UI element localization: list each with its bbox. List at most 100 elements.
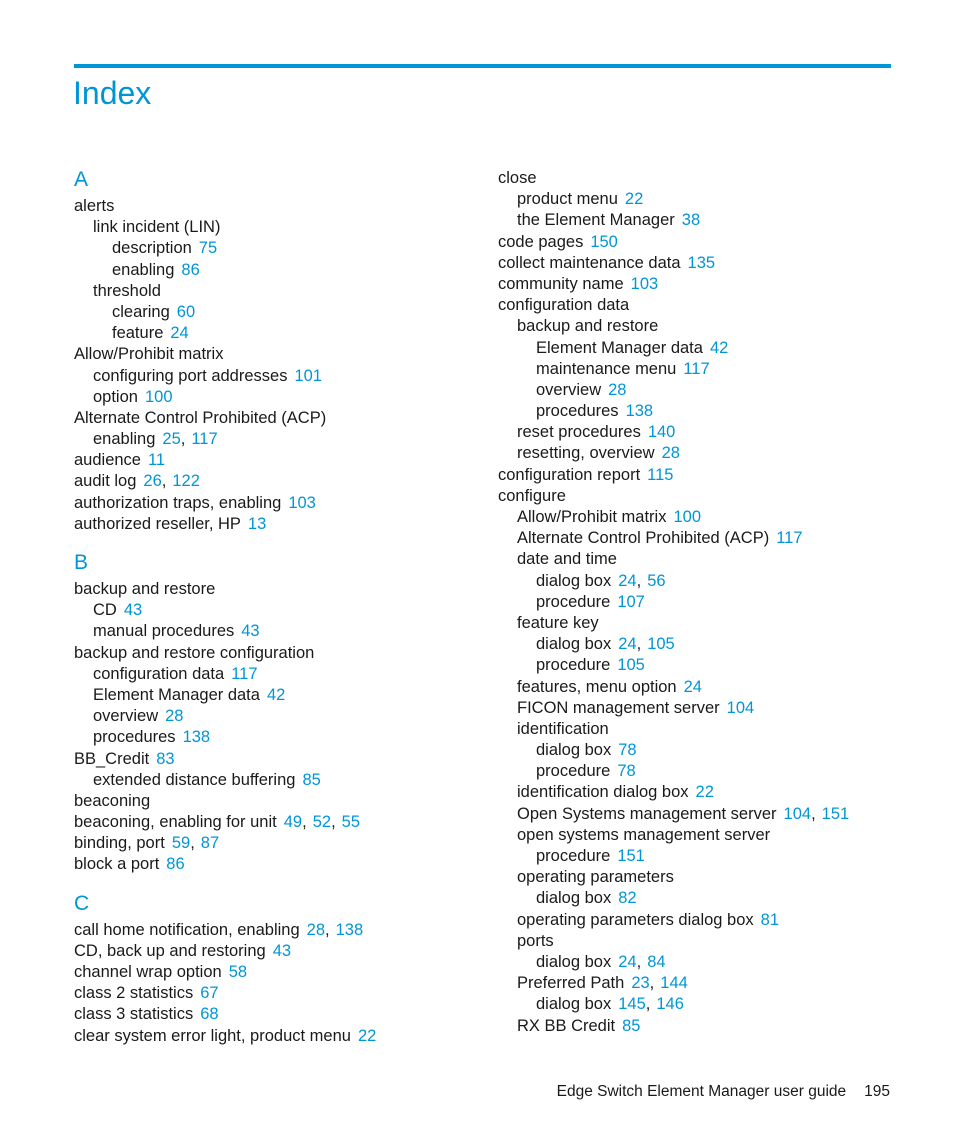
- index-term: beaconing: [74, 791, 151, 810]
- page-link[interactable]: 24: [170, 324, 188, 342]
- page-link[interactable]: 86: [166, 855, 184, 873]
- page-link[interactable]: 56: [647, 572, 665, 590]
- page-link[interactable]: 38: [682, 211, 700, 229]
- page-link[interactable]: 68: [200, 1005, 218, 1023]
- page-link[interactable]: 135: [688, 254, 716, 272]
- page-link[interactable]: 87: [201, 834, 219, 852]
- index-term: procedure: [536, 656, 611, 675]
- page-link[interactable]: 42: [267, 686, 285, 704]
- index-subentry: threshold: [74, 281, 484, 302]
- page-link[interactable]: 117: [231, 665, 257, 683]
- page-link[interactable]: 55: [342, 813, 360, 831]
- index-column-right: close product menu 22 the Element Manager 38…: [498, 168, 908, 1037]
- page-link[interactable]: 85: [302, 771, 320, 789]
- page-link[interactable]: 85: [622, 1017, 640, 1035]
- page-link[interactable]: 43: [273, 942, 291, 960]
- page-link[interactable]: 103: [631, 275, 659, 293]
- index-subentry: product menu 22: [498, 189, 908, 210]
- page-link[interactable]: 104: [784, 805, 812, 823]
- page-link[interactable]: 146: [656, 995, 684, 1013]
- index-term: RX BB Credit: [517, 1016, 616, 1035]
- page-link[interactable]: 151: [822, 805, 850, 823]
- index-term: Alternate Control Prohibited (ACP): [517, 529, 770, 548]
- page-references: 22: [625, 190, 643, 208]
- index-entry: class 2 statistics 67: [74, 983, 484, 1004]
- page-link[interactable]: 81: [761, 911, 779, 929]
- page-link[interactable]: 82: [618, 889, 636, 907]
- page-link[interactable]: 25: [162, 430, 180, 448]
- page-link[interactable]: 138: [183, 728, 211, 746]
- page-link[interactable]: 58: [229, 963, 247, 981]
- page-link[interactable]: 115: [647, 466, 673, 484]
- page-link[interactable]: 117: [776, 529, 802, 547]
- page-link[interactable]: 107: [617, 593, 645, 611]
- page-link[interactable]: 11: [148, 451, 165, 469]
- page-link[interactable]: 105: [647, 635, 675, 653]
- index-subentry: dialog box 24, 105: [498, 634, 908, 655]
- page-link[interactable]: 42: [710, 339, 728, 357]
- page-link[interactable]: 13: [248, 515, 266, 533]
- index-entry: beaconing, enabling for unit 49, 52, 55: [74, 812, 484, 833]
- index-term: the Element Manager: [517, 211, 675, 230]
- page-link[interactable]: 151: [617, 847, 645, 865]
- page-link[interactable]: 22: [696, 783, 714, 801]
- page-link[interactable]: 43: [124, 601, 142, 619]
- page-link[interactable]: 59: [172, 834, 190, 852]
- index-subentry: RX BB Credit 85: [498, 1016, 908, 1037]
- page-link[interactable]: 22: [625, 190, 643, 208]
- page-references: 117: [683, 360, 709, 378]
- index-term: close: [498, 169, 537, 187]
- page-link[interactable]: 24: [684, 678, 702, 696]
- page-link[interactable]: 105: [617, 656, 645, 674]
- page-references: 60: [177, 303, 195, 321]
- page-link[interactable]: 78: [617, 762, 635, 780]
- page-link[interactable]: 24: [618, 635, 636, 653]
- page-link[interactable]: 101: [294, 367, 322, 385]
- page-link[interactable]: 52: [313, 813, 331, 831]
- page-link[interactable]: 22: [358, 1027, 376, 1045]
- page-link[interactable]: 122: [172, 472, 200, 490]
- page-link[interactable]: 43: [241, 622, 259, 640]
- page-link[interactable]: 67: [200, 984, 218, 1002]
- page-link[interactable]: 24: [618, 953, 636, 971]
- page-link[interactable]: 78: [618, 741, 636, 759]
- page-link[interactable]: 140: [648, 423, 676, 441]
- page-link[interactable]: 104: [727, 699, 755, 717]
- page-link[interactable]: 28: [165, 707, 183, 725]
- page-link[interactable]: 28: [307, 921, 325, 939]
- index-subentry: procedures 138: [498, 401, 908, 422]
- index-entry: channel wrap option 58: [74, 962, 484, 983]
- index-entry: alerts: [74, 196, 484, 217]
- index-term: manual procedures: [93, 622, 235, 641]
- page-link[interactable]: 26: [143, 472, 161, 490]
- page-references: 49, 52, 55: [284, 813, 360, 831]
- page-link[interactable]: 60: [177, 303, 195, 321]
- page-link[interactable]: 28: [662, 444, 680, 462]
- page-references: 138: [626, 402, 654, 420]
- page-link[interactable]: 84: [647, 953, 665, 971]
- page-link[interactable]: 145: [618, 995, 646, 1013]
- page-link[interactable]: 117: [683, 360, 709, 378]
- page-link[interactable]: 117: [191, 430, 217, 448]
- page-link[interactable]: 144: [660, 974, 688, 992]
- page-link[interactable]: 49: [284, 813, 302, 831]
- page-link[interactable]: 23: [631, 974, 649, 992]
- page-link[interactable]: 138: [336, 921, 364, 939]
- page-link[interactable]: 100: [673, 508, 701, 526]
- page-link[interactable]: 83: [156, 750, 174, 768]
- page-link[interactable]: 24: [618, 572, 636, 590]
- page-link[interactable]: 100: [145, 388, 173, 406]
- page-link[interactable]: 86: [181, 261, 199, 279]
- page-references: 100: [673, 508, 701, 526]
- page-link[interactable]: 103: [288, 494, 316, 512]
- page-link[interactable]: 75: [199, 239, 217, 257]
- page-references: 22: [696, 783, 714, 801]
- page-link[interactable]: 28: [608, 381, 626, 399]
- page-link[interactable]: 150: [590, 233, 618, 251]
- page-link[interactable]: 138: [626, 402, 654, 420]
- page-references: 100: [145, 388, 173, 406]
- index-subentry: procedure 107: [498, 592, 908, 613]
- index-term: enabling: [112, 260, 175, 279]
- index-entry: beaconing: [74, 791, 484, 812]
- index-term: Allow/Prohibit matrix: [517, 508, 667, 526]
